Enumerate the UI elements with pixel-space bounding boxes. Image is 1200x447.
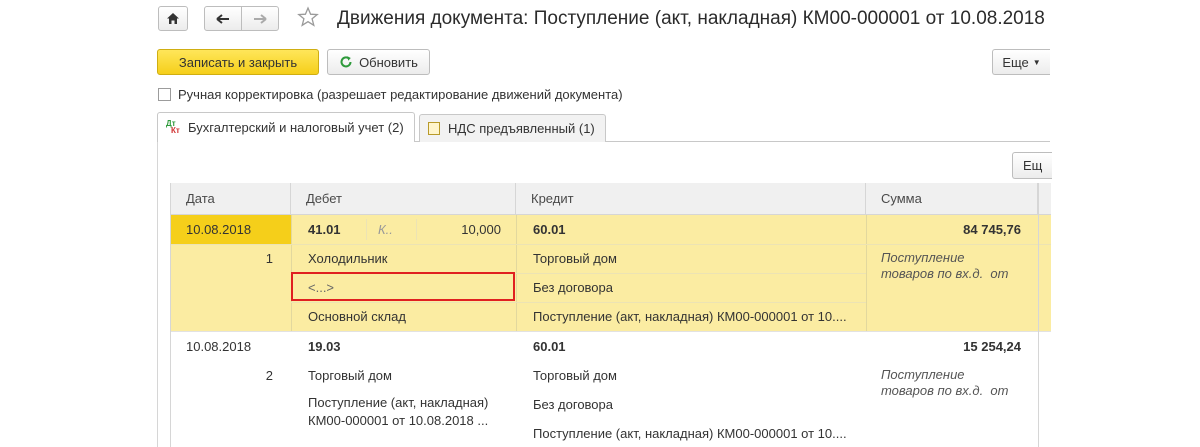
home-button[interactable] bbox=[158, 6, 188, 31]
row-2-debit-sub1: Торговый дом bbox=[308, 368, 392, 383]
row-1-content-line2: товаров по вх.д. от bbox=[881, 266, 1009, 281]
row-2-debit-sub2-line1: Поступление (акт, накладная) bbox=[308, 395, 489, 410]
row-2-credit-sub1: Торговый дом bbox=[533, 368, 617, 383]
refresh-icon bbox=[340, 56, 352, 68]
manual-adjust-label: Ручная корректировка (разрешает редактир… bbox=[178, 87, 623, 102]
row-1-debit-k: К.. bbox=[378, 222, 393, 237]
tab-accounting[interactable]: Дт Кт Бухгалтерский и налоговый учет (2) bbox=[157, 112, 415, 142]
arrow-right-icon bbox=[254, 13, 267, 24]
content-frame-left bbox=[157, 141, 158, 447]
row-1-credit-account: 60.01 bbox=[533, 222, 566, 237]
save-and-close-button[interactable]: Записать и закрыть bbox=[157, 49, 319, 75]
accounting-dt-kt-icon: Дт Кт bbox=[166, 118, 180, 135]
row-1-credit-sub2: Без договора bbox=[533, 280, 613, 295]
header-date[interactable]: Дата bbox=[171, 183, 291, 214]
document-icon bbox=[428, 122, 440, 135]
row-2-credit-sub3: Поступление (акт, накладная) КМ00-000001… bbox=[533, 426, 847, 441]
row-2-debit-sub2-line2: КМ00-000001 от 10.08.2018 ... bbox=[308, 413, 489, 428]
back-button[interactable] bbox=[204, 6, 242, 31]
arrow-left-icon bbox=[216, 13, 229, 24]
row-1-date: 10.08.2018 bbox=[186, 222, 252, 237]
forward-button[interactable] bbox=[241, 6, 279, 31]
row-2-credit-sub2: Без договора bbox=[533, 397, 613, 412]
row-1-credit-sub3: Поступление (акт, накладная) КМ00-000001… bbox=[533, 309, 847, 324]
row-2-number: 2 bbox=[265, 368, 273, 383]
grid-more-button[interactable]: Ещ bbox=[1012, 152, 1052, 179]
grid-more-label: Ещ bbox=[1023, 158, 1043, 173]
refresh-label: Обновить bbox=[359, 54, 418, 70]
row-2-credit-account: 60.01 bbox=[533, 339, 566, 354]
tab-accounting-label: Бухгалтерский и налоговый учет (2) bbox=[188, 120, 404, 135]
row-1-debit-sub1: Холодильник bbox=[308, 251, 388, 266]
grid-right-border bbox=[1038, 183, 1039, 447]
manual-adjust-checkbox[interactable] bbox=[158, 88, 171, 101]
movements-table: Дата Дебет Кредит Сумма 10.08.2018 1 41.… bbox=[170, 183, 1051, 447]
dropdown-arrow-icon: ▼ bbox=[1032, 57, 1041, 67]
table-row-2[interactable]: 10.08.2018 2 19.03 Торговый дом Поступле… bbox=[171, 331, 1051, 447]
row-1-number: 1 bbox=[265, 251, 273, 266]
row-1-debit-sub3: Основной склад bbox=[308, 309, 406, 324]
home-icon bbox=[167, 13, 179, 24]
row-1-credit-sub1: Торговый дом bbox=[533, 251, 617, 266]
highlight-box bbox=[291, 272, 515, 301]
row-1-debit-account: 41.01 bbox=[308, 222, 341, 237]
row-2-content-line2: товаров по вх.д. от bbox=[881, 383, 1009, 398]
refresh-button[interactable]: Обновить bbox=[327, 49, 430, 75]
table-header: Дата Дебет Кредит Сумма bbox=[171, 183, 1051, 215]
page-title: Движения документа: Поступление (акт, на… bbox=[337, 8, 1045, 29]
save-and-close-label: Записать и закрыть bbox=[178, 54, 298, 70]
header-credit[interactable]: Кредит bbox=[516, 183, 866, 214]
tab-vat[interactable]: НДС предъявленный (1) bbox=[419, 114, 606, 142]
more-button[interactable]: Еще ▼ bbox=[992, 49, 1050, 75]
header-debit[interactable]: Дебет bbox=[291, 183, 516, 214]
row-2-debit-account: 19.03 bbox=[308, 339, 341, 354]
row-2-sum: 15 254,24 bbox=[963, 339, 1021, 354]
favorite-star-icon[interactable] bbox=[297, 6, 321, 30]
header-sum[interactable]: Сумма bbox=[866, 183, 1038, 214]
tab-vat-label: НДС предъявленный (1) bbox=[448, 121, 595, 136]
more-label: Еще bbox=[1002, 54, 1029, 70]
row-2-date: 10.08.2018 bbox=[186, 339, 252, 354]
row-1-sum: 84 745,76 bbox=[963, 222, 1021, 237]
row-1-debit-qty: 10,000 bbox=[461, 222, 501, 237]
